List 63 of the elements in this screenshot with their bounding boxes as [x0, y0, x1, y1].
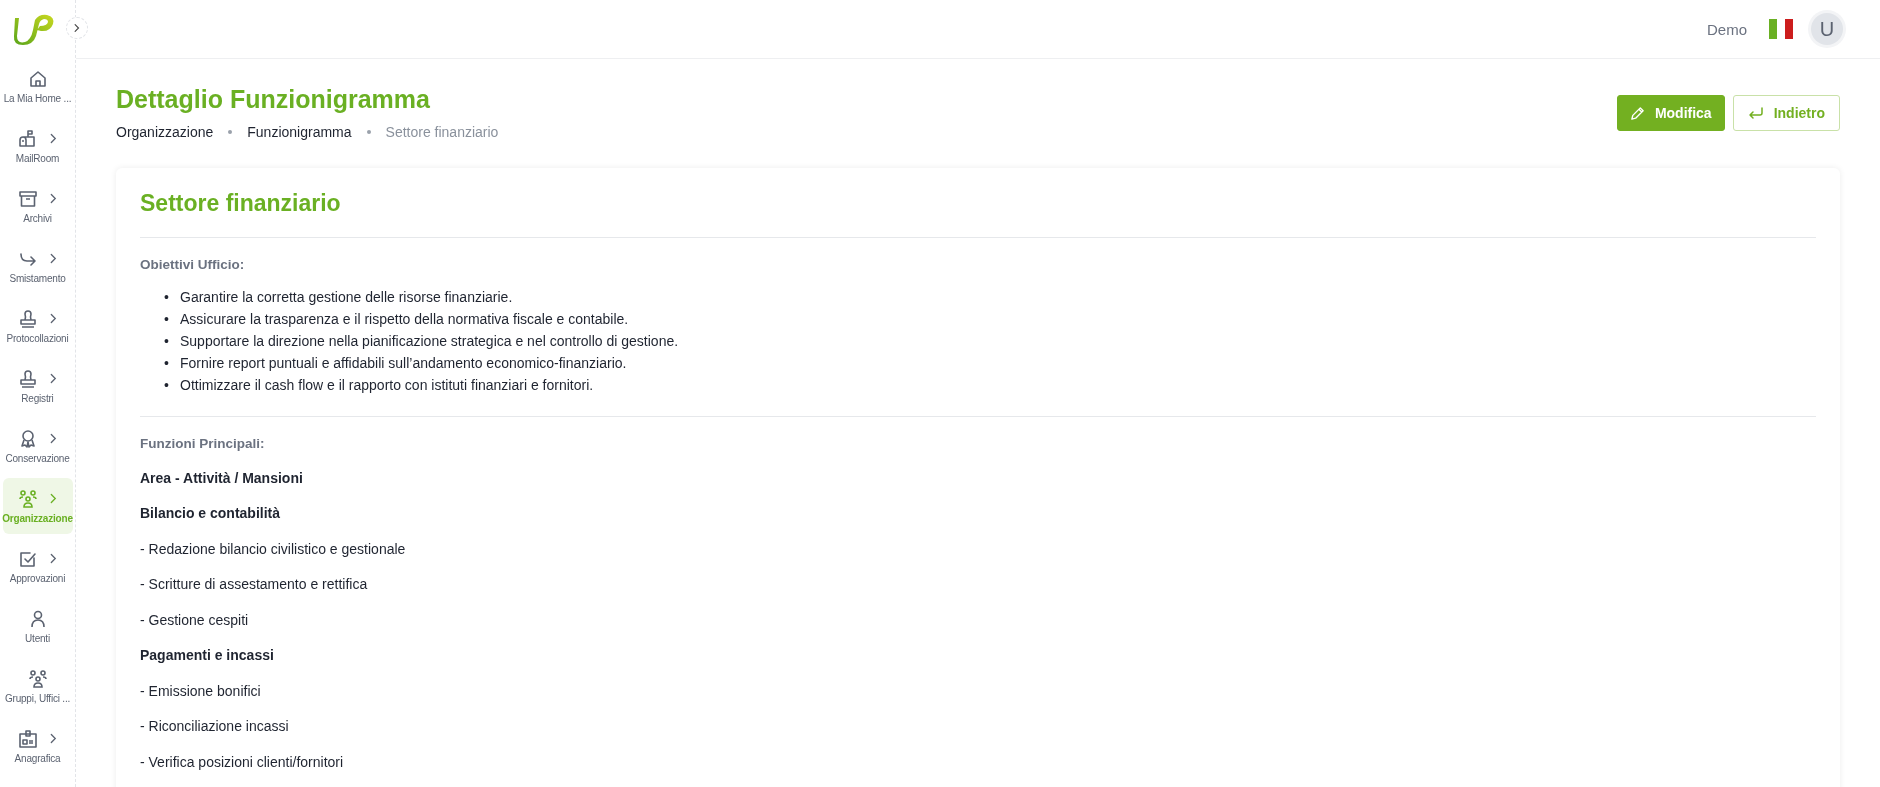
function-item: - Gestione cespiti	[140, 611, 250, 629]
flag-icon[interactable]	[1769, 19, 1793, 39]
sidebar-item[interactable]: Anagrafica	[2, 718, 73, 774]
sidebar-item[interactable]: La Mia Home ...	[2, 58, 73, 114]
sidebar-item[interactable]: Approvazioni	[2, 538, 73, 594]
chevron-right-icon	[50, 373, 57, 384]
stamp-icon	[18, 368, 38, 389]
sidebar-item[interactable]: Archivi	[2, 178, 73, 234]
breadcrumb-link[interactable]: Funzionigramma	[247, 124, 352, 140]
breadcrumb-separator	[228, 130, 233, 134]
objective-item: Garantire la corretta gestione delle risorse finanziarie.	[180, 288, 513, 307]
function-item: - Scritture di assestamento e rettifica	[140, 576, 369, 593]
bullet-marker: •	[164, 376, 170, 395]
objective-item: Assicurare la trasparenza e il rispetto della normativa fiscale e contabile.	[180, 310, 629, 329]
bullet-marker: •	[164, 354, 170, 373]
sidebar-item[interactable]: Gruppi, Uffici ...	[2, 658, 73, 714]
group-icon	[27, 668, 48, 689]
bullet-marker: •	[164, 288, 170, 307]
page-title: Dettaglio Funzionigramma	[116, 85, 431, 114]
chevron-right-icon	[50, 493, 57, 504]
chevron-right-icon	[50, 193, 57, 204]
chevron-right-icon	[50, 313, 57, 324]
breadcrumb-separator	[366, 130, 371, 134]
award-icon	[18, 428, 38, 449]
bullet-marker: •	[164, 332, 170, 351]
function-heading: Area - Attività / Mansioni	[140, 469, 304, 487]
group-icon	[18, 488, 38, 509]
mailbox-icon	[18, 128, 38, 149]
chevron-right-icon	[50, 733, 57, 744]
pencil-icon	[1629, 105, 1645, 121]
user-avatar[interactable]: U	[1811, 13, 1843, 45]
function-heading: Pagamenti e incassi	[140, 647, 275, 664]
objective-item: Supportare la direzione nella pianificazione strategica e nel controllo di gestione.	[180, 332, 679, 351]
user-name: Demo	[1707, 20, 1747, 38]
chevron-right-icon	[50, 253, 57, 264]
chevron-right-icon	[74, 23, 80, 33]
sidebar-toggle-button[interactable]	[66, 17, 88, 39]
stamp-icon	[18, 308, 38, 329]
breadcrumb-link[interactable]: Organizzazione	[116, 124, 214, 140]
objective-item: Ottimizzare il cash flow e il rapporto con istituti finanziari e fornitori.	[180, 376, 594, 395]
sidebar-item[interactable]: Registri	[2, 358, 73, 414]
function-item: - Redazione bilancio civilistico e gestionale	[140, 540, 407, 558]
bullet-marker: •	[164, 310, 170, 329]
archive-icon	[18, 188, 38, 209]
sidebar-item[interactable]: Conservazione	[2, 418, 73, 474]
return-arrow-icon	[1747, 105, 1764, 121]
chevron-right-icon	[50, 433, 57, 444]
objective-item: Fornire report puntuali e affidabili sull’andamento economico-finanziario.	[180, 354, 627, 373]
section-label: Funzioni Principali:	[140, 436, 266, 451]
section-title: Settore finanziario	[140, 190, 342, 217]
sidebar-item[interactable]: Smistamento	[2, 238, 73, 294]
function-item: - Riconciliazione incassi	[140, 718, 290, 735]
function-heading: Bilancio e contabilità	[140, 505, 282, 522]
function-item: - Verifica posizioni clienti/fornitori	[140, 753, 345, 771]
sidebar-item[interactable]: Protocollazioni	[2, 298, 73, 354]
sidebar-item[interactable]: Utenti	[2, 598, 73, 654]
id-card-icon	[18, 728, 38, 749]
section-label: Obiettivi Ufficio:	[140, 257, 246, 272]
function-item: - Emissione bonifici	[140, 682, 262, 700]
chevron-right-icon	[50, 133, 57, 144]
sidebar-item[interactable]: MailRoom	[2, 118, 73, 174]
home-icon	[27, 68, 48, 89]
chevron-right-icon	[50, 553, 57, 564]
